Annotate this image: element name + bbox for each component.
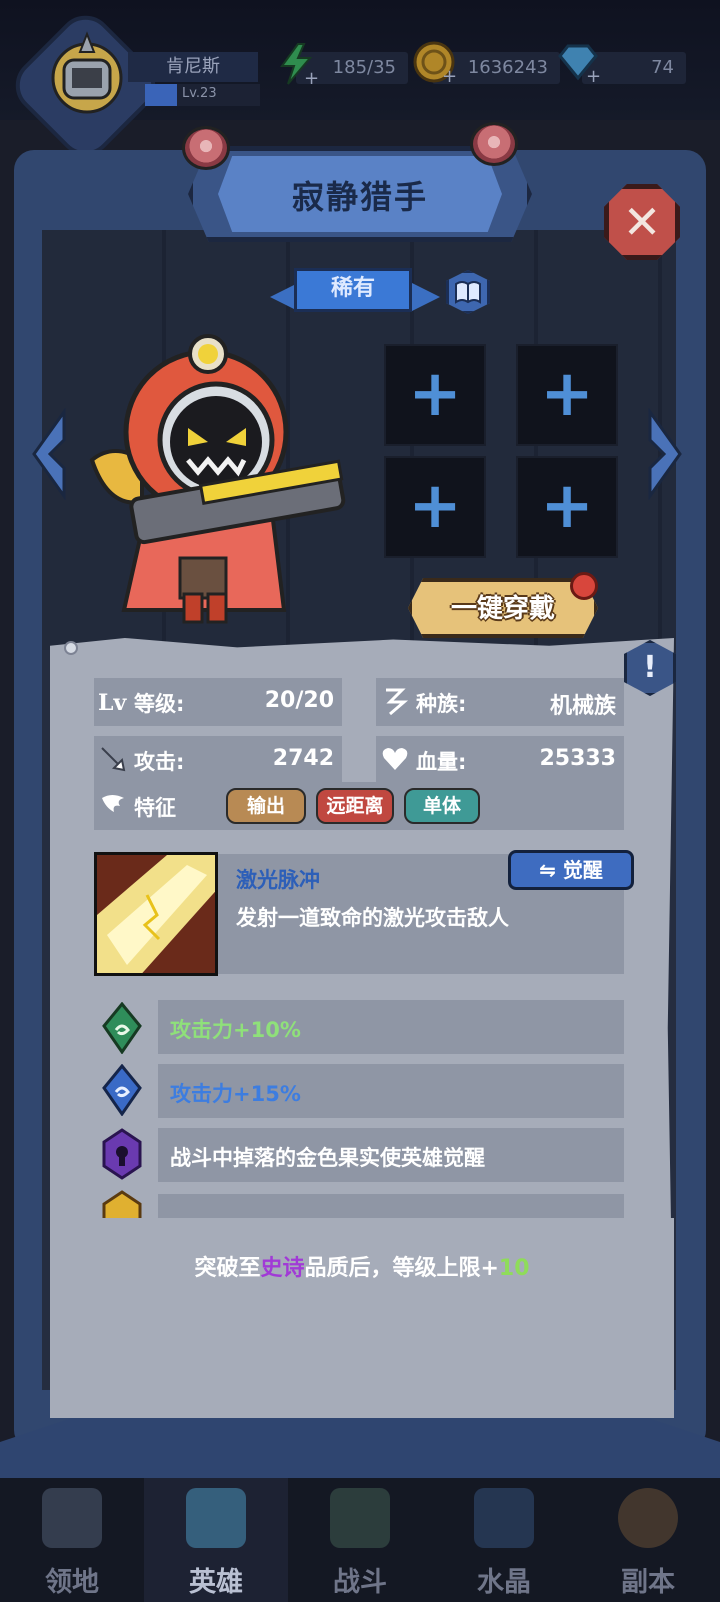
stat-level-label: 等级: <box>134 692 185 716</box>
energy-value: 185/35 <box>332 57 396 78</box>
laser-beam-icon <box>97 855 215 973</box>
equip-slot-ring[interactable]: + <box>516 456 618 558</box>
perk-text-2: 攻击力+15% <box>170 1082 301 1106</box>
previous-hero-arrow[interactable] <box>28 408 68 500</box>
awaken-label: 觉醒 <box>562 858 603 882</box>
svg-text:Lv: Lv <box>98 690 127 716</box>
nav-territory[interactable]: 领地 <box>0 1478 144 1602</box>
level-icon: Lv <box>98 690 127 716</box>
breakthrough-middle: 品质后，等级上限+ <box>304 1256 499 1281</box>
rose-decoration-right <box>470 122 518 166</box>
svg-text:+: + <box>586 66 600 84</box>
battle-icon <box>330 1488 390 1548</box>
green-swirl-icon <box>102 1002 142 1054</box>
close-icon: ✕ <box>622 195 662 249</box>
skill-name: 激光脉冲 <box>236 868 320 892</box>
rarity-badge: 稀有 <box>294 268 412 312</box>
hero-portrait <box>89 334 346 624</box>
scroll-mask <box>50 1218 674 1418</box>
nav-label: 英雄 <box>189 1567 243 1598</box>
equip-slot-pants[interactable]: + <box>384 456 486 558</box>
exclamation-icon: ! <box>643 650 657 685</box>
portal-icon <box>618 1488 678 1548</box>
perk-text-3: 战斗中掉落的金色果实使英雄觉醒 <box>170 1146 485 1170</box>
plus-icon: + <box>408 469 462 543</box>
nav-label: 水晶 <box>477 1567 531 1598</box>
stat-hp-value: 25333 <box>539 746 616 771</box>
stat-hp-row: 血量: 25333 <box>376 736 624 784</box>
nav-battle[interactable]: 战斗 <box>288 1478 432 1602</box>
nav-label: 战斗 <box>333 1567 387 1598</box>
trait-tag-single-target: 单体 <box>404 788 480 824</box>
stat-level-row: Lv 等级: 20/20 <box>94 678 342 726</box>
gear-helmet-avatar-icon <box>51 31 123 114</box>
nav-label: 副本 <box>621 1567 675 1598</box>
svg-text:+: + <box>304 68 318 86</box>
hero-hat-icon <box>186 1488 246 1548</box>
player-name: 肯尼斯 <box>128 52 258 82</box>
stat-race-label: 种族: <box>416 692 467 716</box>
bottom-frame-ornament <box>0 1418 720 1478</box>
equip-slot-armor[interactable]: + <box>516 344 618 446</box>
nav-hero[interactable]: 英雄 <box>144 1478 288 1602</box>
stat-race-row: 种族: 机械族 <box>376 678 624 726</box>
gold-coin-icon: + <box>413 41 456 84</box>
panel-pin <box>64 641 78 655</box>
nav-label: 领地 <box>45 1567 99 1598</box>
stat-attack-label: 攻击: <box>134 750 185 774</box>
hero-name: 寂静猎手 <box>291 178 428 216</box>
breakthrough-prefix: 突破至 <box>194 1256 261 1281</box>
blue-swirl-icon <box>102 1064 142 1116</box>
stat-race-value: 机械族 <box>549 694 616 719</box>
castle-icon <box>42 1488 102 1548</box>
race-icon <box>386 688 409 716</box>
trait-tag-ranged: 远距离 <box>316 788 394 824</box>
plus-icon: + <box>540 469 594 543</box>
purple-lock-icon <box>102 1128 142 1180</box>
traits-label: 特征 <box>134 796 176 820</box>
energy-bolt-icon: + <box>280 43 318 86</box>
gold-value: 1636243 <box>467 57 548 78</box>
svg-text:+: + <box>442 66 456 84</box>
stat-attack-row: 攻击: 2742 <box>94 736 342 784</box>
plus-icon: + <box>540 357 594 431</box>
stat-attack-value: 2742 <box>272 746 334 771</box>
gem-value: 74 <box>651 57 674 78</box>
equip-all-label: 一键穿戴 <box>450 594 555 624</box>
trait-tag-damage: 输出 <box>226 788 306 824</box>
notification-dot <box>570 572 598 600</box>
skill-description: 发射一道致命的激光攻击敌人 <box>236 906 509 930</box>
breakthrough-note: 突破至史诗品质后，等级上限+10 <box>50 1250 674 1282</box>
awaken-button[interactable]: ⇋ 觉醒 <box>508 850 634 890</box>
nav-dungeon[interactable]: 副本 <box>576 1478 720 1602</box>
player-level: Lv.23 <box>182 86 217 101</box>
player-exp-fill <box>145 84 177 106</box>
skill-icon[interactable] <box>94 852 218 976</box>
next-hero-arrow[interactable] <box>646 408 686 500</box>
breakthrough-quality: 史诗 <box>260 1256 305 1281</box>
stat-level-value: 20/20 <box>264 688 334 713</box>
heart-icon <box>382 748 408 770</box>
nav-crystal[interactable]: 水晶 <box>432 1478 576 1602</box>
diamond-icon: + <box>558 44 600 84</box>
perk-text-1: 攻击力+10% <box>170 1018 301 1042</box>
stat-hp-label: 血量: <box>416 750 467 774</box>
plus-icon: + <box>408 357 462 431</box>
sword-icon <box>101 747 126 772</box>
wing-icon <box>102 795 124 812</box>
equip-slot-weapon[interactable]: + <box>384 344 486 446</box>
breakthrough-amount: 10 <box>498 1256 530 1281</box>
rose-decoration-left <box>182 126 230 170</box>
crystal-icon <box>474 1488 534 1548</box>
book-icon <box>455 281 481 304</box>
swap-icon: ⇋ <box>539 858 563 882</box>
